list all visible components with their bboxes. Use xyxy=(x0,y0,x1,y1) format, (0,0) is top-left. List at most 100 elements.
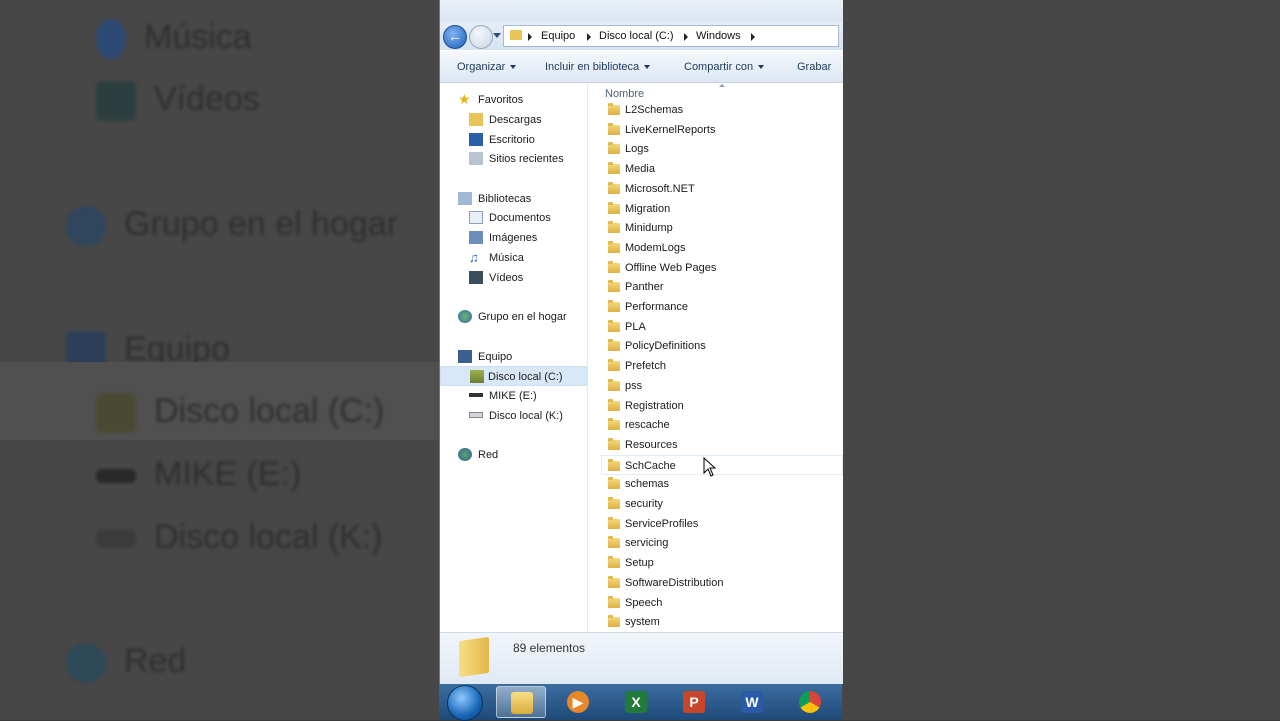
folder-icon xyxy=(608,536,620,549)
downloads-icon xyxy=(469,113,483,126)
nav-network-label: Red xyxy=(478,449,499,461)
list-item[interactable]: schemas xyxy=(602,474,842,494)
list-item-label: Registration xyxy=(625,399,684,412)
folder-icon xyxy=(608,201,620,214)
nav-recent-label: Sitios recientes xyxy=(489,153,564,165)
nav-favorites-label: Favoritos xyxy=(478,94,524,106)
excel-icon: X xyxy=(625,691,647,713)
list-item[interactable]: rescache xyxy=(602,415,842,435)
nav-music-label: Música xyxy=(489,252,524,264)
list-item[interactable]: Minidump xyxy=(602,218,842,238)
address-bar[interactable]: Equipo Disco local (C:) Windows xyxy=(503,25,839,47)
list-item[interactable]: PLA xyxy=(602,317,842,337)
taskbar-excel[interactable]: X xyxy=(611,686,661,718)
bg-music-label: Música xyxy=(144,18,252,56)
taskbar: ▶ X P W xyxy=(439,684,842,721)
list-item[interactable]: LiveKernelReports xyxy=(602,120,842,140)
organize-button[interactable]: Organizar xyxy=(457,61,517,73)
list-item[interactable]: SchCache xyxy=(601,454,843,475)
folder-icon xyxy=(608,319,620,332)
list-item[interactable]: Registration xyxy=(602,396,842,416)
bg-homegroup-label: Grupo en el hogar xyxy=(124,205,399,243)
star-icon: ★ xyxy=(458,91,471,107)
list-item[interactable]: Performance xyxy=(602,297,842,317)
include-library-button[interactable]: Incluir en biblioteca xyxy=(545,61,651,73)
bg-drive-k-item: Disco local (K:) xyxy=(96,518,383,557)
nav-drive-e-label: MIKE (E:) xyxy=(489,390,537,402)
bg-music-item: Música xyxy=(96,18,252,60)
list-item-label: pss xyxy=(625,379,643,392)
list-item[interactable]: Speech xyxy=(602,593,842,613)
list-item[interactable]: security xyxy=(602,494,842,514)
list-item[interactable]: Setup xyxy=(602,553,842,573)
usb-drive-icon xyxy=(469,393,483,397)
list-item[interactable]: Offline Web Pages xyxy=(602,258,842,278)
back-button[interactable]: ← xyxy=(443,25,467,49)
list-item[interactable]: Resources xyxy=(602,435,842,455)
chevron-right-icon[interactable] xyxy=(587,33,591,41)
list-item-label: PolicyDefinitions xyxy=(625,340,706,353)
list-item[interactable]: L2Schemas xyxy=(602,100,842,120)
desktop-icon xyxy=(469,133,483,146)
column-header-name[interactable]: Nombre xyxy=(605,88,644,100)
list-item[interactable]: ModemLogs xyxy=(602,238,842,258)
list-item-label: Speech xyxy=(625,596,663,609)
start-button[interactable] xyxy=(447,685,483,721)
folder-icon xyxy=(459,636,489,678)
folder-icon xyxy=(608,181,620,194)
nav-libraries-label: Bibliotecas xyxy=(478,193,532,205)
folder-icon xyxy=(608,516,620,529)
list-item[interactable]: system xyxy=(602,612,842,632)
chevron-down-icon xyxy=(510,65,517,70)
folder-icon xyxy=(510,30,522,40)
list-item[interactable]: SoftwareDistribution xyxy=(602,573,842,593)
list-item-label: Setup xyxy=(625,557,654,570)
bg-drive-e-item: MIKE (E:) xyxy=(96,455,301,494)
list-item[interactable]: Media xyxy=(602,159,842,179)
list-item-label: Performance xyxy=(625,301,688,313)
taskbar-powerpoint[interactable]: P xyxy=(669,686,719,718)
list-item[interactable]: Prefetch xyxy=(602,356,842,376)
taskbar-media-player[interactable]: ▶ xyxy=(553,686,603,718)
chrome-icon xyxy=(799,691,821,713)
chevron-right-icon[interactable] xyxy=(528,33,532,41)
list-item[interactable]: servicing xyxy=(602,533,842,553)
list-item[interactable]: Microsoft.NET xyxy=(602,179,842,199)
nav-drive-c[interactable]: Disco local (C:) xyxy=(440,366,587,386)
folder-icon xyxy=(608,477,620,490)
breadcrumb-equipo[interactable]: Equipo xyxy=(541,30,575,42)
organize-label: Organizar xyxy=(457,61,506,73)
taskbar-word[interactable]: W xyxy=(727,686,777,718)
folder-icon xyxy=(608,437,620,450)
documents-icon xyxy=(469,211,483,224)
folder-icon xyxy=(608,615,620,628)
homegroup-icon xyxy=(458,310,472,323)
list-item[interactable]: PolicyDefinitions xyxy=(602,336,842,356)
bg-drive-k-label: Disco local (K:) xyxy=(154,518,383,556)
chevron-right-icon[interactable] xyxy=(751,33,755,41)
nav-drive-c-label: Disco local (C:) xyxy=(488,371,563,383)
breadcrumb-drive-c[interactable]: Disco local (C:) xyxy=(599,30,674,42)
taskbar-explorer[interactable] xyxy=(496,686,546,718)
burn-button[interactable]: Grabar xyxy=(797,61,831,73)
word-icon: W xyxy=(741,691,763,713)
share-label: Compartir con xyxy=(684,61,754,73)
share-button[interactable]: Compartir con xyxy=(684,61,765,73)
list-item[interactable]: ServiceProfiles xyxy=(602,514,842,534)
chevron-right-icon[interactable] xyxy=(684,33,688,41)
list-item[interactable]: Migration xyxy=(602,199,842,219)
recent-pages-dropdown-icon[interactable] xyxy=(493,33,501,38)
file-list: Nombre L2Schemas LiveKernelReports Logs Med… xyxy=(588,83,843,632)
list-item-label: system xyxy=(625,616,660,629)
list-item-label: ModemLogs xyxy=(625,241,686,254)
folder-icon xyxy=(608,339,620,352)
list-item[interactable]: Panther xyxy=(602,277,842,297)
library-icon xyxy=(458,192,472,205)
nav-homegroup-label: Grupo en el hogar xyxy=(478,311,567,323)
forward-button[interactable] xyxy=(469,25,493,49)
breadcrumb-windows[interactable]: Windows xyxy=(696,30,741,42)
folder-icon xyxy=(608,398,620,411)
list-item[interactable]: pss xyxy=(602,376,842,396)
list-item[interactable]: Logs xyxy=(602,139,842,159)
taskbar-chrome[interactable] xyxy=(785,686,835,718)
